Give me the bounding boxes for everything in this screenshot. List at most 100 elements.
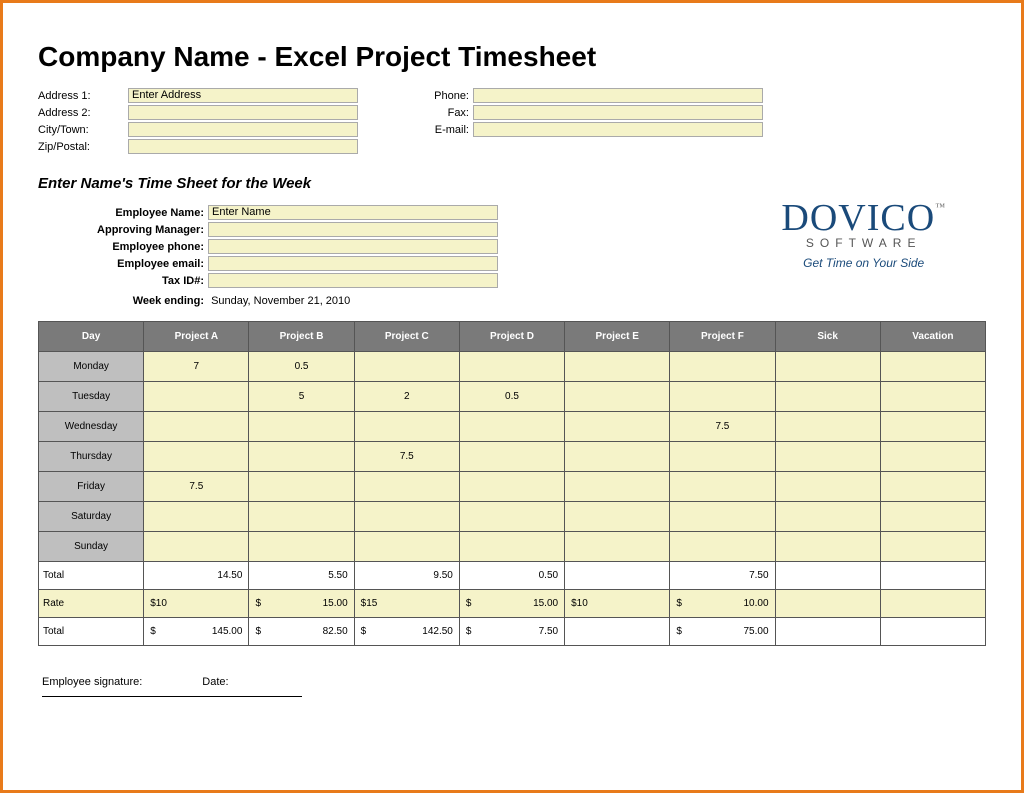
hours-cell[interactable] bbox=[670, 352, 775, 382]
hours-cell[interactable] bbox=[775, 502, 880, 532]
grand-total-cell: $75.00 bbox=[670, 618, 775, 646]
hours-cell[interactable] bbox=[880, 532, 985, 562]
hours-cell[interactable] bbox=[144, 382, 249, 412]
hours-cell[interactable] bbox=[249, 532, 354, 562]
hours-cell[interactable] bbox=[880, 442, 985, 472]
hours-cell[interactable]: 0.5 bbox=[249, 352, 354, 382]
employee-email-input[interactable] bbox=[208, 256, 498, 271]
address1-field: Address 1: Enter Address bbox=[38, 87, 358, 104]
day-label-cell: Sunday bbox=[39, 532, 144, 562]
rate-cell[interactable]: $10.00 bbox=[670, 590, 775, 618]
hours-cell[interactable] bbox=[565, 352, 670, 382]
rate-cell[interactable]: $15.00 bbox=[249, 590, 354, 618]
hours-cell[interactable] bbox=[565, 412, 670, 442]
hours-cell[interactable]: 7 bbox=[144, 352, 249, 382]
hours-cell[interactable] bbox=[775, 412, 880, 442]
hours-cell[interactable] bbox=[670, 382, 775, 412]
hours-cell[interactable] bbox=[775, 382, 880, 412]
hours-cell[interactable] bbox=[144, 412, 249, 442]
grand-total-row: Total$145.00$82.50$142.50$7.50$75.00 bbox=[39, 618, 986, 646]
hours-cell[interactable] bbox=[459, 352, 564, 382]
phone-input[interactable] bbox=[473, 88, 763, 103]
hours-cell[interactable] bbox=[775, 532, 880, 562]
hours-cell[interactable]: 0.5 bbox=[459, 382, 564, 412]
hours-cell[interactable] bbox=[565, 382, 670, 412]
fax-input[interactable] bbox=[473, 105, 763, 120]
employee-name-input[interactable]: Enter Name bbox=[208, 205, 498, 220]
city-input[interactable] bbox=[128, 122, 358, 137]
hours-cell[interactable] bbox=[354, 352, 459, 382]
email-input[interactable] bbox=[473, 122, 763, 137]
hours-cell[interactable] bbox=[670, 442, 775, 472]
grand-total-cell: $142.50 bbox=[354, 618, 459, 646]
hours-cell[interactable] bbox=[249, 502, 354, 532]
hours-cell[interactable] bbox=[354, 412, 459, 442]
hours-cell[interactable] bbox=[775, 442, 880, 472]
hours-cell[interactable]: 7.5 bbox=[670, 412, 775, 442]
hours-cell[interactable] bbox=[670, 472, 775, 502]
address2-input[interactable] bbox=[128, 105, 358, 120]
hours-cell[interactable] bbox=[880, 472, 985, 502]
hours-cell[interactable] bbox=[880, 502, 985, 532]
logo-tagline: Get Time on Your Side bbox=[781, 256, 946, 270]
hours-cell[interactable] bbox=[249, 412, 354, 442]
hours-cell[interactable] bbox=[144, 442, 249, 472]
hours-cell[interactable] bbox=[565, 502, 670, 532]
col-header: Project C bbox=[354, 322, 459, 352]
timesheet-table: DayProject AProject BProject CProject DP… bbox=[38, 321, 986, 646]
hours-cell[interactable]: 7.5 bbox=[144, 472, 249, 502]
rate-cell[interactable] bbox=[775, 590, 880, 618]
rate-cell[interactable]: $15 bbox=[354, 590, 459, 618]
day-label-cell: Monday bbox=[39, 352, 144, 382]
hours-cell[interactable] bbox=[565, 472, 670, 502]
employee-name-label: Employee Name: bbox=[38, 207, 208, 219]
hours-cell[interactable] bbox=[775, 472, 880, 502]
hours-cell[interactable] bbox=[354, 472, 459, 502]
manager-input[interactable] bbox=[208, 222, 498, 237]
hours-cell[interactable] bbox=[880, 382, 985, 412]
hours-cell[interactable] bbox=[880, 352, 985, 382]
hours-cell[interactable] bbox=[354, 532, 459, 562]
hours-cell[interactable] bbox=[459, 532, 564, 562]
hours-cell[interactable] bbox=[459, 472, 564, 502]
hours-cell[interactable] bbox=[670, 532, 775, 562]
phone-field: Phone: bbox=[418, 87, 763, 104]
employee-email-field: Employee email: bbox=[38, 255, 498, 272]
taxid-input[interactable] bbox=[208, 273, 498, 288]
col-header: Sick bbox=[775, 322, 880, 352]
hours-cell[interactable]: 2 bbox=[354, 382, 459, 412]
grand-total-cell: $82.50 bbox=[249, 618, 354, 646]
hours-cell[interactable] bbox=[880, 412, 985, 442]
hours-cell[interactable] bbox=[459, 502, 564, 532]
zip-input[interactable] bbox=[128, 139, 358, 154]
col-header: Project E bbox=[565, 322, 670, 352]
day-row: Monday70.5 bbox=[39, 352, 986, 382]
email-field: E-mail: bbox=[418, 121, 763, 138]
hours-cell[interactable] bbox=[565, 442, 670, 472]
employee-phone-label: Employee phone: bbox=[38, 241, 208, 253]
rate-cell[interactable]: $10 bbox=[144, 590, 249, 618]
hours-cell[interactable] bbox=[775, 352, 880, 382]
rate-row: Rate$10$15.00$15$15.00$10$10.00 bbox=[39, 590, 986, 618]
hours-cell[interactable] bbox=[459, 442, 564, 472]
hours-cell[interactable] bbox=[354, 502, 459, 532]
total-cell: 14.50 bbox=[144, 562, 249, 590]
rate-cell[interactable]: $15.00 bbox=[459, 590, 564, 618]
hours-cell[interactable] bbox=[565, 532, 670, 562]
hours-cell[interactable]: 7.5 bbox=[354, 442, 459, 472]
employee-phone-input[interactable] bbox=[208, 239, 498, 254]
rate-cell[interactable]: $10 bbox=[565, 590, 670, 618]
hours-cell[interactable] bbox=[459, 412, 564, 442]
address1-input[interactable]: Enter Address bbox=[128, 88, 358, 103]
hours-cell[interactable] bbox=[670, 502, 775, 532]
hours-cell[interactable]: 5 bbox=[249, 382, 354, 412]
hours-cell[interactable] bbox=[144, 532, 249, 562]
rate-cell[interactable] bbox=[880, 590, 985, 618]
hours-cell[interactable] bbox=[249, 472, 354, 502]
address2-label: Address 2: bbox=[38, 107, 128, 119]
page-title: Company Name - Excel Project Timesheet bbox=[38, 41, 986, 73]
employee-signature-label: Employee signature: bbox=[42, 676, 142, 688]
hours-cell[interactable] bbox=[144, 502, 249, 532]
hours-cell[interactable] bbox=[249, 442, 354, 472]
taxid-field: Tax ID#: bbox=[38, 272, 498, 289]
